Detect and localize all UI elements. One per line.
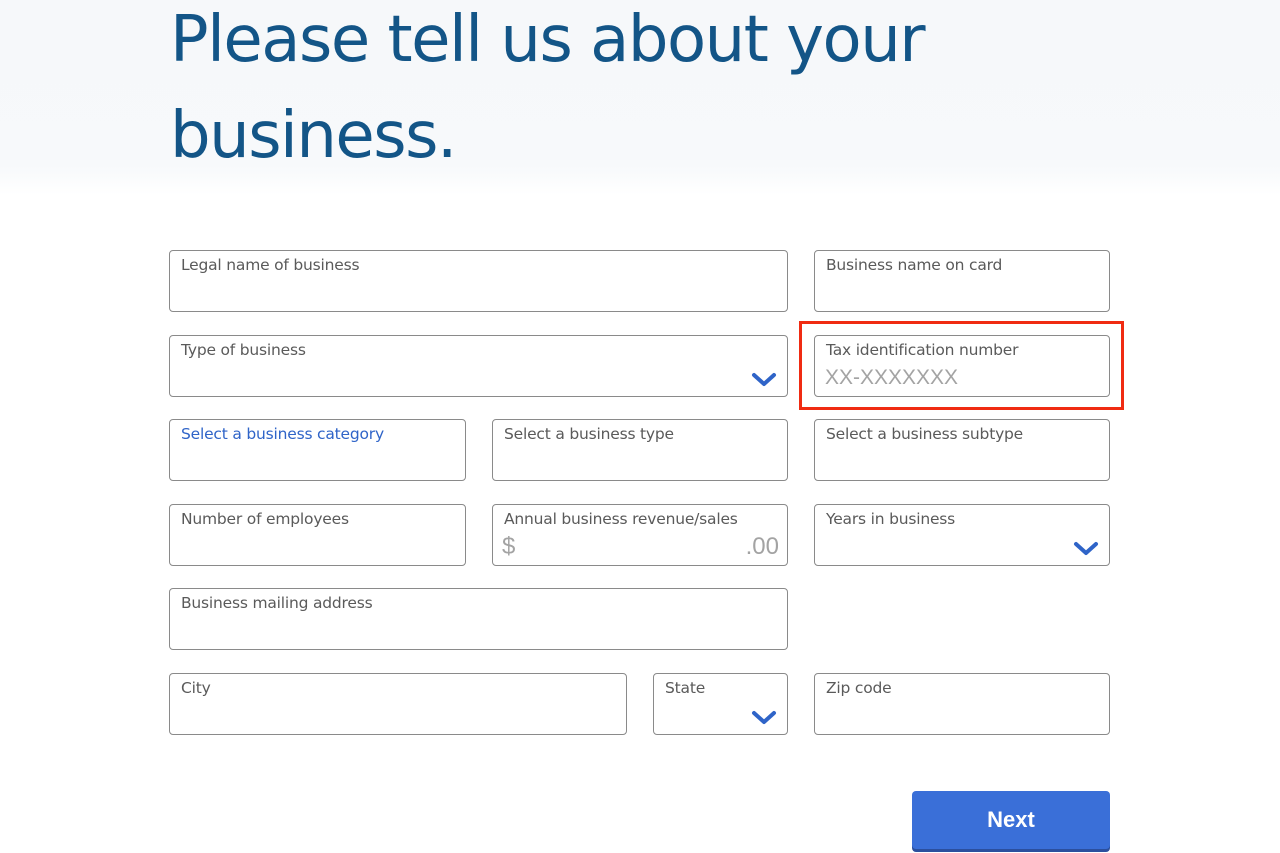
page-title: Please tell us about your business. (170, 3, 926, 173)
type-of-business-label: Type of business (181, 341, 306, 359)
business-category-label: Select a business category (181, 425, 384, 443)
business-name-on-card-label: Business name on card (826, 256, 1003, 274)
annual-revenue-field[interactable]: Annual business revenue/sales $ .00 (492, 504, 788, 566)
cents-suffix: .00 (745, 533, 779, 560)
tax-id-field[interactable]: Tax identification number XX-XXXXXXX (814, 335, 1110, 397)
tax-id-label: Tax identification number (826, 341, 1019, 359)
legal-name-label: Legal name of business (181, 256, 360, 274)
mailing-address-field[interactable]: Business mailing address (169, 588, 788, 650)
state-select[interactable]: State (653, 673, 788, 735)
years-in-business-label: Years in business (826, 510, 956, 528)
number-of-employees-label: Number of employees (181, 510, 349, 528)
chevron-down-icon[interactable] (1073, 541, 1099, 557)
business-type-label: Select a business type (504, 425, 674, 443)
years-in-business-select[interactable]: Years in business (814, 504, 1110, 566)
chevron-down-icon[interactable] (751, 710, 777, 726)
business-type-select[interactable]: Select a business type (492, 419, 788, 481)
business-subtype-select[interactable]: Select a business subtype (814, 419, 1110, 481)
business-category-select[interactable]: Select a business category (169, 419, 466, 481)
mailing-address-label: Business mailing address (181, 594, 373, 612)
legal-name-field[interactable]: Legal name of business (169, 250, 788, 312)
number-of-employees-field[interactable]: Number of employees (169, 504, 466, 566)
dollar-prefix: $ (502, 533, 516, 560)
next-button[interactable]: Next (912, 791, 1110, 849)
zip-code-label: Zip code (826, 679, 892, 697)
state-label: State (665, 679, 706, 697)
annual-revenue-label: Annual business revenue/sales (504, 510, 738, 528)
business-name-on-card-field[interactable]: Business name on card (814, 250, 1110, 312)
type-of-business-select[interactable]: Type of business (169, 335, 788, 397)
tax-id-placeholder: XX-XXXXXXX (825, 366, 959, 389)
chevron-down-icon[interactable] (751, 372, 777, 388)
zip-code-field[interactable]: Zip code (814, 673, 1110, 735)
business-subtype-label: Select a business subtype (826, 425, 1024, 443)
city-label: City (181, 679, 211, 697)
city-field[interactable]: City (169, 673, 627, 735)
